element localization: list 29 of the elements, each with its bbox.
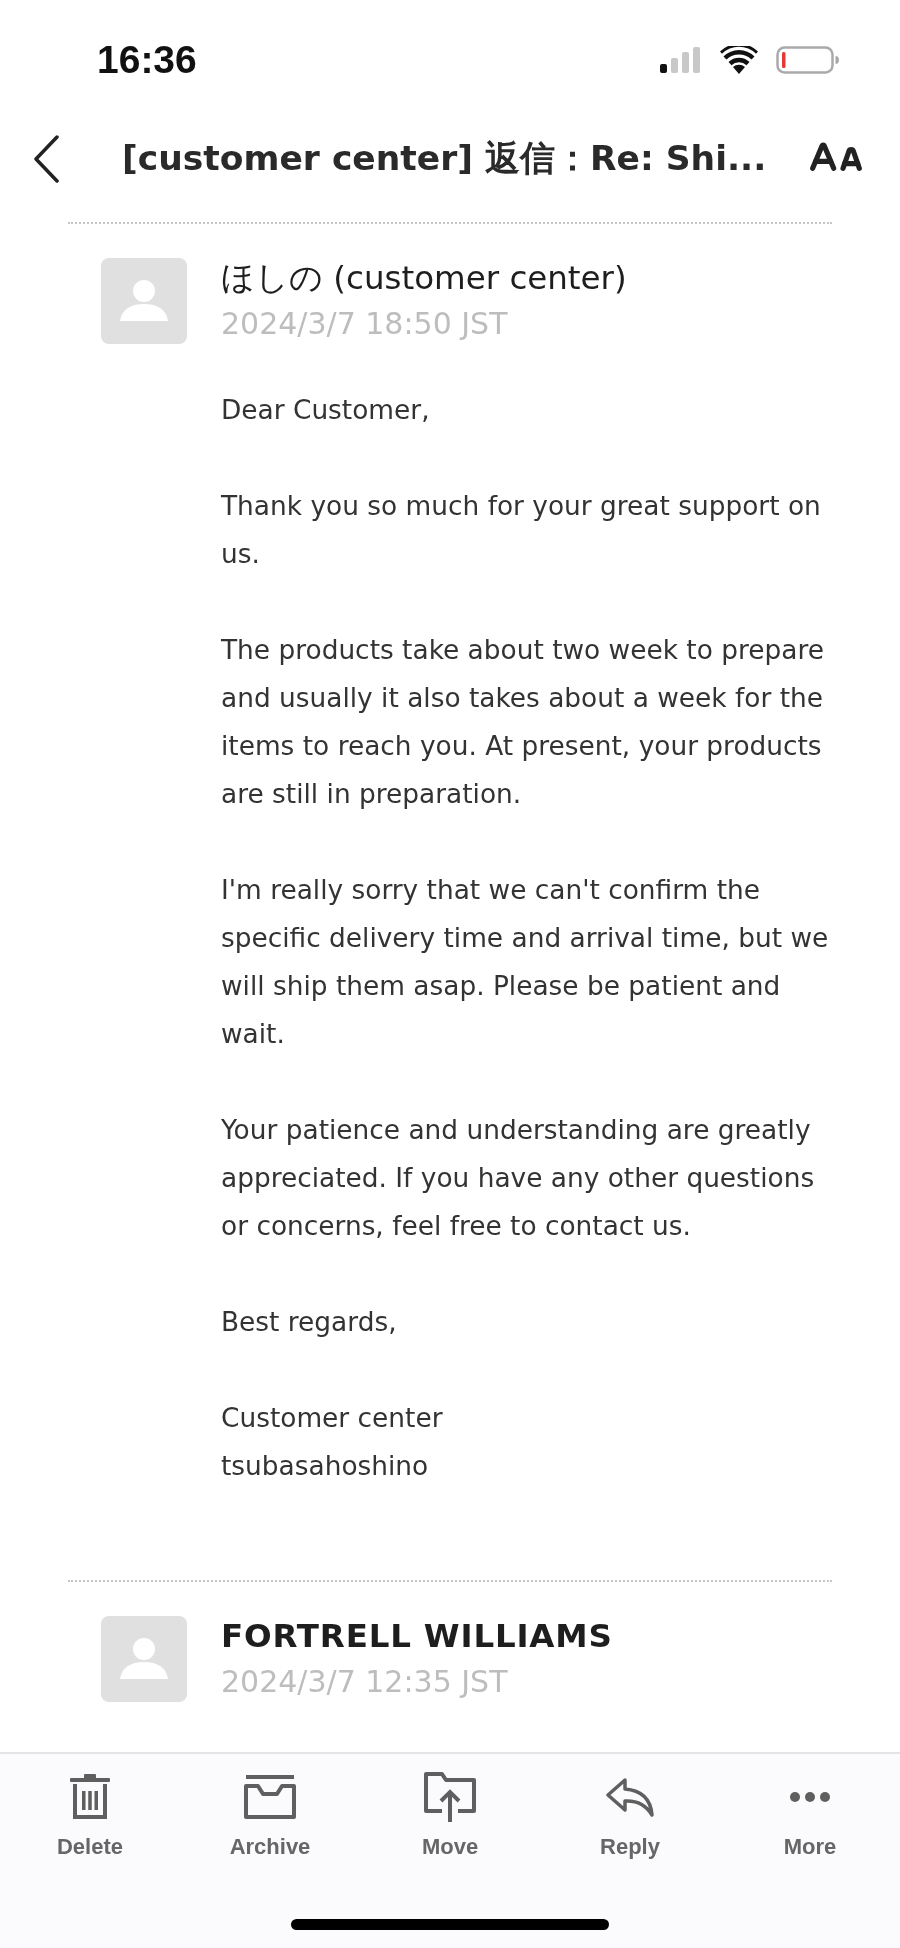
battery-low-icon — [776, 46, 840, 74]
email-paragraph: Dear Customer, — [221, 393, 431, 427]
toolbar-button[interactable]: Move — [360, 1770, 540, 1870]
email-paragraph: Your patience and understanding are greatly appreciated. If you have any other questions or concerns, feel free to contact us. — [221, 1113, 816, 1243]
signal-icon — [660, 47, 702, 73]
email-paragraph: I'm really sorry that we can't confirm the specific delivery time and arrival time, but we will ship them asap. Please be patient and wait. — [221, 873, 830, 1051]
toolbar-button[interactable]: Reply — [540, 1770, 720, 1870]
more-dots-icon — [790, 1792, 830, 1802]
email-paragraph: Best regards, — [221, 1305, 398, 1339]
email-paragraph: Thank you so much for your great support on us. — [221, 489, 822, 571]
toolbar-button[interactable]: Delete — [0, 1770, 180, 1870]
sent-date: 2024/3/7 18:50 JST — [221, 305, 509, 343]
folder-upload-icon — [423, 1771, 477, 1823]
email-paragraph: Customer center tsubasahoshino — [221, 1401, 444, 1483]
reply-arrow-icon — [605, 1777, 655, 1817]
email-subject-title: [customer center] 返信：Re: Shi... — [122, 137, 767, 181]
trash-icon — [70, 1774, 110, 1820]
sent-date: 2024/3/7 12:35 JST — [221, 1663, 509, 1701]
sender-name: ほしの (customer center) — [221, 258, 627, 298]
status-time: 16:36 — [97, 36, 197, 83]
archive-tray-icon — [244, 1775, 296, 1819]
avatar-icon — [101, 1616, 187, 1702]
email-paragraph: The products take about two week to prepare and usually it also takes about a week for the items to reach you. At present, your products are still in preparation. — [221, 633, 825, 811]
back-chevron-icon — [33, 135, 59, 183]
avatar-icon — [101, 258, 187, 344]
sender-name: FORTRELL WILLIAMS — [221, 1616, 613, 1656]
toolbar-button[interactable]: More — [720, 1770, 900, 1870]
toolbar-button[interactable]: Archive — [180, 1770, 360, 1870]
wifi-icon — [720, 46, 758, 74]
